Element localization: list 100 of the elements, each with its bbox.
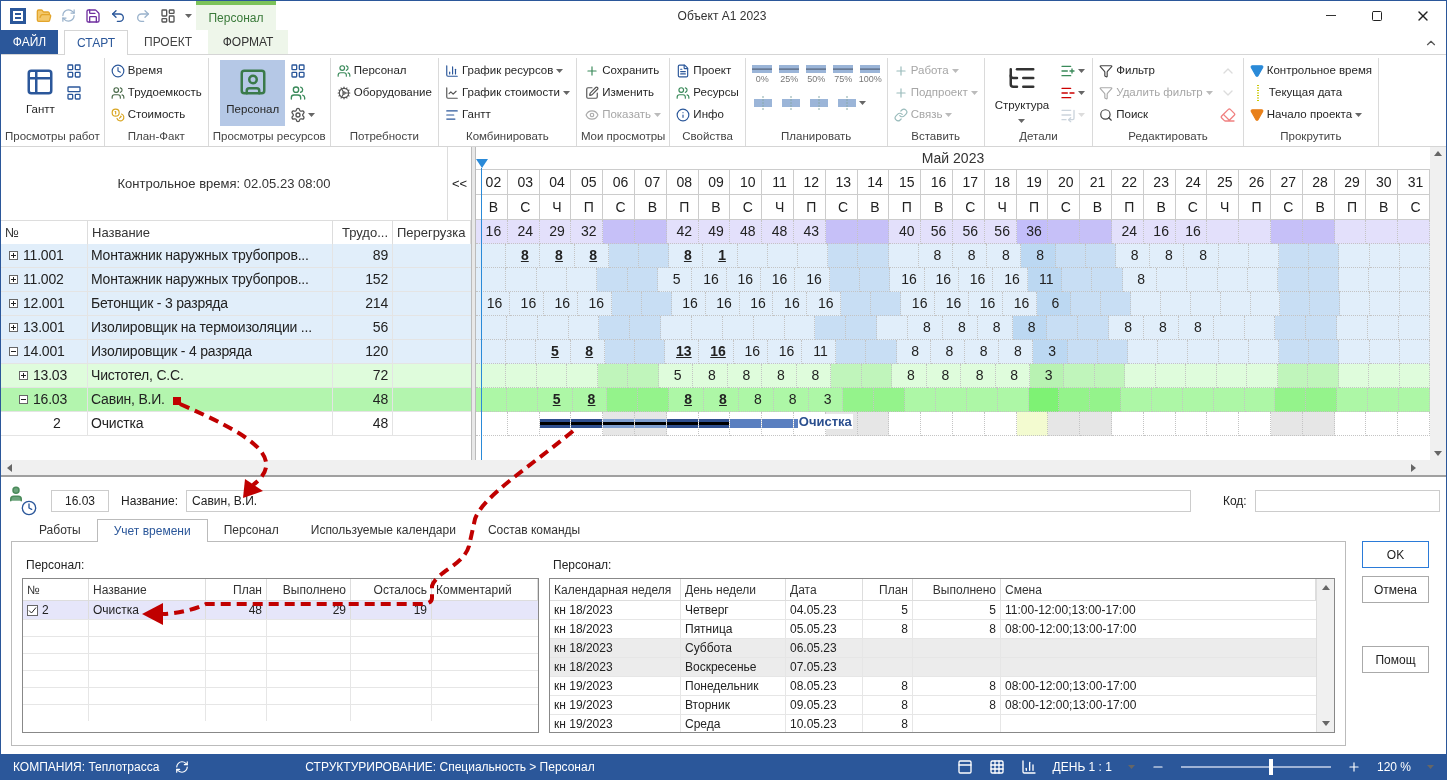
column-header[interactable]: Выполнено <box>913 579 1001 600</box>
timeline-cell: 42 <box>666 220 699 244</box>
timeline-cell: 8 <box>1150 244 1185 268</box>
ribbon-button[interactable]: Поиск <box>1097 104 1215 126</box>
weekday-label: С <box>1175 195 1208 219</box>
timeline-cell: 8 <box>570 340 605 364</box>
timeline-cell: 16 <box>671 292 706 316</box>
day-number: 08 <box>666 170 699 194</box>
detail-tab[interactable]: Персонал <box>207 518 295 541</box>
control-time-label: Контрольное время: 02.05.23 08:00 <box>116 174 332 193</box>
timeline-cell: 8 <box>995 364 1030 388</box>
timeline-cell: 8 <box>669 388 704 412</box>
dialog-button[interactable]: OK <box>1362 541 1429 568</box>
ribbon-button[interactable]: Сохранить <box>583 60 664 82</box>
table-row[interactable]: 14.001 Изолировщик - 4 разряда 120 <box>1 340 471 364</box>
detail-tab[interactable]: Учет времени <box>96 519 208 542</box>
detail-tab[interactable]: Состав команды <box>471 518 597 541</box>
column-header[interactable]: № <box>23 579 89 600</box>
timeline-cell: 16 <box>739 292 774 316</box>
table-row[interactable]: 2 Очистка 48 <box>1 412 471 436</box>
ribbon-tab[interactable]: ФОРМАТ <box>208 30 289 54</box>
day-number: 15 <box>889 170 922 194</box>
percent-complete-button[interactable]: 50% <box>803 64 829 84</box>
table-row[interactable]: 13.03 Чистотел, С.С. 72 <box>1 364 471 388</box>
ribbon-button[interactable]: Оборудование <box>334 82 434 104</box>
table-row[interactable]: 13.001 Изолировщик на термоизоляции ... 56 <box>1 316 471 340</box>
ribbon-button[interactable]: Время <box>108 60 204 82</box>
table-row[interactable]: кн 18/2023 Пятница 05.05.23 8 8 08:00-12:00;13:00-17:00 <box>550 620 1316 639</box>
row-number: 16.03 <box>33 390 68 409</box>
ribbon-tab[interactable]: СТАРТ <box>64 30 128 55</box>
column-header[interactable]: Дата <box>786 579 863 600</box>
weekday-label: П <box>1239 195 1271 219</box>
day-number: 12 <box>793 170 826 194</box>
weekday-label: С <box>1398 195 1430 219</box>
timeline-cell: 5 <box>657 268 693 292</box>
column-header[interactable]: Выполнено <box>267 579 351 600</box>
detail-tab[interactable]: Работы <box>23 518 97 541</box>
group-label: Планировать <box>780 129 853 144</box>
ribbon-button[interactable]: Фильтр <box>1097 60 1215 82</box>
day-number: 06 <box>603 170 635 194</box>
percent-complete-button[interactable]: 100% <box>857 64 883 84</box>
ribbon-button[interactable]: Текущая дата <box>1247 82 1374 104</box>
ribbon-button[interactable]: Изменить <box>583 82 664 104</box>
month-label: Май 2023 <box>921 148 985 168</box>
timeline-cell: 24 <box>507 220 540 244</box>
dialog-button[interactable]: Отмена <box>1362 576 1429 603</box>
table-row[interactable]: 16.03 Савин, В.И. 48 <box>1 388 471 412</box>
scale-label[interactable]: ДЕНЬ 1 : 1 <box>1052 757 1112 776</box>
ribbon-button[interactable]: Гантт <box>442 104 572 126</box>
table-row[interactable]: 11.001 Монтажник наружных трубопров... 89 <box>1 244 471 268</box>
table-row[interactable]: 11.002 Монтажник наружных трубопров... 152 <box>1 268 471 292</box>
ribbon-button[interactable]: Структура <box>988 60 1056 126</box>
percent-complete-button[interactable]: 0% <box>749 64 775 84</box>
column-header[interactable]: Осталось <box>351 579 432 600</box>
row-labor: 214 <box>365 294 388 313</box>
table-row[interactable]: кн 19/2023 Понедельник 08.05.23 8 8 08:00-12:00;13:00-17:00 <box>550 677 1316 696</box>
ribbon-tab[interactable]: ПРОЕКТ <box>128 30 209 54</box>
table-row[interactable]: кн 19/2023 Вторник 09.05.23 8 8 08:00-12:00;13:00-17:00 <box>550 696 1316 715</box>
ribbon-button[interactable]: Персонал <box>334 60 434 82</box>
table-row[interactable]: кн 18/2023 Четверг 04.05.23 5 5 11:00-12:00;13:00-17:00 <box>550 601 1316 620</box>
ribbon-button[interactable]: График стоимости <box>442 82 572 104</box>
column-header[interactable]: План <box>863 579 913 600</box>
ribbon-button[interactable]: Инфо <box>674 104 741 126</box>
table-row[interactable]: кн 18/2023 Суббота 06.05.23 <box>550 639 1316 658</box>
weekday-label: С <box>730 195 763 219</box>
ribbon-button[interactable]: Проект <box>674 60 741 82</box>
timeline-cell: 8 <box>892 364 927 388</box>
percent-complete-button[interactable]: 25% <box>776 64 802 84</box>
percent-complete-button[interactable]: 75% <box>830 64 856 84</box>
timeline-cell: 8 <box>704 388 739 412</box>
timeline-cell: 8 <box>987 244 1022 268</box>
timeline-cell: 8 <box>953 244 988 268</box>
column-header[interactable]: Название <box>89 579 206 600</box>
ribbon-button[interactable]: Ресурсы <box>674 82 741 104</box>
ribbon-button[interactable]: Начало проекта <box>1247 104 1374 126</box>
ribbon-button[interactable]: Персонал <box>220 60 286 126</box>
name-field[interactable]: Савин, В.И. <box>185 490 1191 512</box>
ribbon-button[interactable]: Контрольное время <box>1247 60 1374 82</box>
ribbon-button[interactable]: График ресурсов <box>442 60 572 82</box>
row-name: Изолировщик на термоизоляции ... <box>91 318 312 337</box>
row-number: 11.001 <box>23 246 64 265</box>
number-field[interactable]: 16.03 <box>51 490 109 512</box>
column-header[interactable]: День недели <box>681 579 786 600</box>
detail-tab[interactable]: Используемые календари <box>294 518 472 541</box>
column-header[interactable]: Календарная неделя <box>550 579 681 600</box>
ribbon-button[interactable]: Гантт <box>19 60 62 126</box>
table-row[interactable]: 12.001 Бетонщик - 3 разряда 214 <box>1 292 471 316</box>
column-header[interactable]: Комментарий <box>432 579 538 600</box>
timeline-cell: 8 <box>727 364 763 388</box>
table-row[interactable]: кн 18/2023 Воскресенье 07.05.23 <box>550 658 1316 677</box>
timeline-cell: 40 <box>889 220 922 244</box>
column-header[interactable]: План <box>206 579 267 600</box>
ribbon-button[interactable]: Трудоемкость <box>108 82 204 104</box>
ribbon-button[interactable]: Стоимость <box>108 104 204 126</box>
dialog-button[interactable]: Помощ <box>1362 646 1429 673</box>
day-number: 14 <box>857 170 890 194</box>
timeline-cell: 16 <box>958 268 994 292</box>
weekday-label: С <box>825 195 858 219</box>
ribbon-tab[interactable]: ФАЙЛ <box>1 30 58 54</box>
timeline-cell: 16 <box>476 220 508 244</box>
